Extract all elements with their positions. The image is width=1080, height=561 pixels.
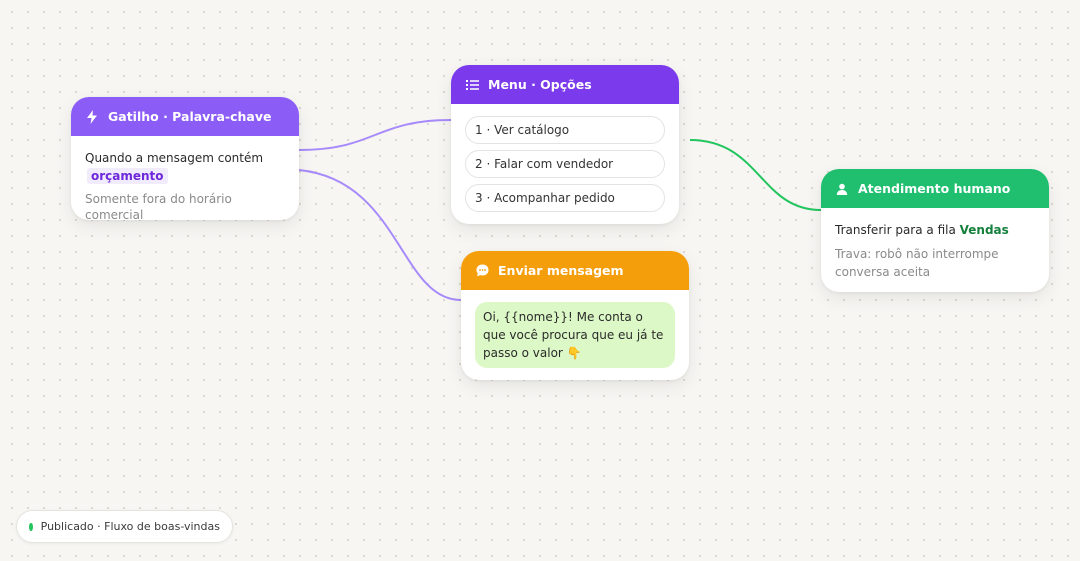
status-dot-icon (29, 522, 33, 531)
menu-node-header[interactable]: Menu · Opções (451, 65, 679, 104)
wire-trigger-message (298, 169, 462, 301)
queue-name: Vendas (959, 223, 1009, 237)
trigger-title: Gatilho · Palavra-chave (108, 109, 272, 124)
trigger-condition: Quando a mensagem contém (85, 151, 264, 165)
keyword-chip: orçamento (87, 168, 168, 184)
menu-node[interactable]: Menu · Opções 1 · Ver catálogo 2 · Falar… (451, 65, 679, 224)
human-handoff-node[interactable]: Atendimento humano Transferir para a fil… (821, 169, 1049, 292)
numbered-list-icon (465, 78, 479, 92)
trigger-note: Somente fora do horário comercial (85, 192, 232, 220)
chat-bubble-icon (475, 264, 489, 278)
wire-menu-human (689, 139, 822, 211)
menu-option-3[interactable]: 3 · Acompanhar pedido (465, 184, 665, 212)
status-text: Publicado · Fluxo de boas-vindas (40, 520, 220, 533)
menu-option-1[interactable]: 1 · Ver catálogo (465, 116, 665, 144)
person-icon (835, 182, 849, 196)
wire-trigger-menu (298, 119, 452, 151)
message-bubble[interactable]: Oi, {{nome}}! Me conta o que você procur… (475, 302, 675, 368)
message-node[interactable]: Enviar mensagem Oi, {{nome}}! Me conta o… (461, 251, 689, 380)
menu-title: Menu · Opções (488, 77, 592, 92)
message-title: Enviar mensagem (498, 263, 624, 278)
message-node-header[interactable]: Enviar mensagem (461, 251, 689, 290)
trigger-node[interactable]: Gatilho · Palavra-chave Quando a mensage… (71, 97, 299, 220)
lightning-icon (85, 109, 99, 124)
publish-status-pill[interactable]: Publicado · Fluxo de boas-vindas (16, 510, 233, 543)
transfer-label: Transferir para a fila (835, 223, 956, 237)
lock-note: Trava: robô não interrompe conversa acei… (835, 247, 999, 279)
human-node-header[interactable]: Atendimento humano (821, 169, 1049, 208)
flow-canvas[interactable]: Gatilho · Palavra-chave Quando a mensage… (0, 0, 1080, 561)
menu-option-2[interactable]: 2 · Falar com vendedor (465, 150, 665, 178)
trigger-node-header[interactable]: Gatilho · Palavra-chave (71, 97, 299, 136)
human-title: Atendimento humano (858, 181, 1011, 196)
